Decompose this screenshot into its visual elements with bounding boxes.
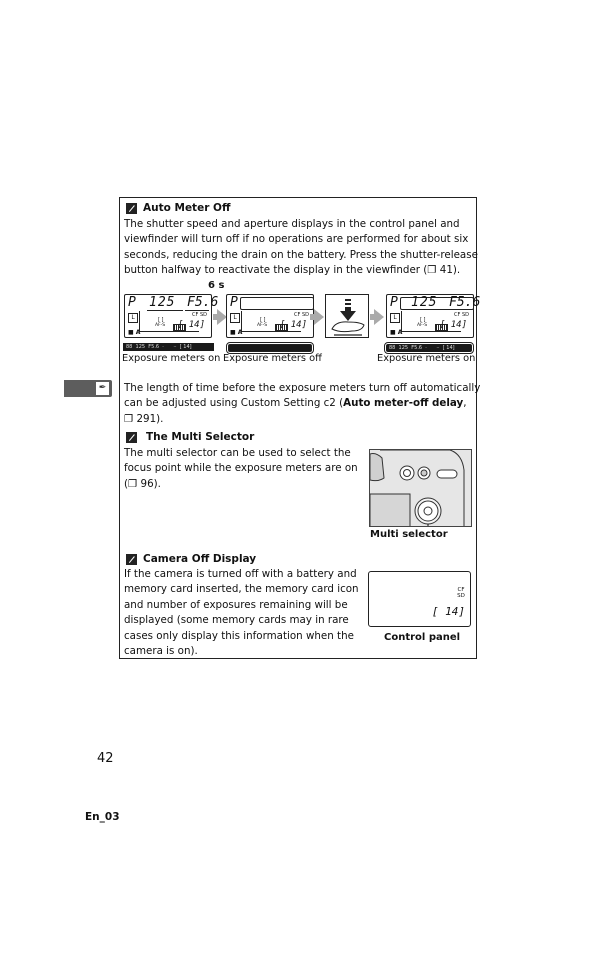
control-panel-lcd-off: P L CF SD [ ] AF-S [ 14] ■ A <box>226 294 314 338</box>
document-code: En_03 <box>85 811 120 823</box>
pencil-note-icon <box>126 202 137 214</box>
blank-readout <box>240 297 314 310</box>
page-reference: ❐ 291). <box>124 412 164 425</box>
text: , <box>463 397 467 410</box>
aperture-readout: F5.6 <box>449 295 481 310</box>
image-size-icon: L <box>128 313 138 323</box>
caption-meters-on-again: Exposure meters on <box>377 353 476 364</box>
arrow-right-icon <box>310 309 324 325</box>
image-size-icon: L <box>230 313 240 323</box>
shutter-half-press-illustration <box>325 294 369 338</box>
exposure-count: [ 14] <box>439 320 467 330</box>
viewfinder-display-on: 88 125 F5.6 · ·· [ 14] <box>123 343 214 351</box>
body-line: If the camera is turned off with a batte… <box>124 568 357 580</box>
body-line: cases only display this information when… <box>124 629 354 642</box>
mode-readout: P <box>390 295 398 310</box>
heading-text: Camera Off Display <box>143 553 257 565</box>
body-line: and number of exposures remaining will b… <box>124 598 348 611</box>
heading-text: Auto Meter Off <box>143 202 231 214</box>
divider <box>139 331 199 332</box>
camera-back-illustration <box>369 449 472 527</box>
body-line: The shutter speed and aperture displays … <box>124 218 460 230</box>
body-line: focus point while the exposure meters ar… <box>124 462 358 475</box>
finger-press-icon <box>331 299 365 336</box>
pencil-note-icon <box>126 553 137 565</box>
caption-meters-on: Exposure meters on <box>122 353 221 364</box>
multi-selector-caption: Multi selector <box>370 529 448 540</box>
arrow-right-icon <box>370 309 384 325</box>
mode-readout: P <box>128 295 136 310</box>
section-tab: ✒ <box>64 380 112 397</box>
shutter-readout: 125 <box>411 295 438 310</box>
memory-card-icon: CF SD <box>454 312 469 318</box>
camera-off-display-body: If the camera is turned off with a batte… <box>124 567 359 659</box>
wb-auto-icon: ■ A <box>230 329 243 336</box>
underline <box>147 310 183 311</box>
auto-meter-off-heading: Auto Meter Off <box>126 202 230 214</box>
body-line: can be adjusted using Custom Setting c2 … <box>124 396 480 411</box>
af-mode-icon: AF-S <box>155 323 166 328</box>
image-size-icon: L <box>390 313 400 323</box>
caption-meters-off: Exposure meters off <box>223 353 322 364</box>
divider <box>139 311 140 331</box>
mode-readout: P <box>230 295 238 310</box>
body-line: memory card inserted, the memory card ic… <box>124 583 359 596</box>
timer-label: 6 s <box>208 280 225 291</box>
control-panel-lcd-on: P 125 F5.6 L CF SD [ ] AF-S [ 14] ■ A <box>124 294 218 338</box>
multi-selector-heading: The Multi Selector <box>126 431 254 443</box>
exposure-count: [ 14] <box>431 605 465 618</box>
control-panel-lcd-on-again: P 125 F5.6 L CF SD [ ] AF-S [ 14] ■ A <box>386 294 480 338</box>
body-line: (❐ 96). <box>124 477 161 490</box>
meter-off-delay-paragraph: The length of time before the exposure m… <box>124 381 480 427</box>
pencil-note-icon <box>126 431 137 443</box>
wb-auto-icon: ■ A <box>390 329 403 336</box>
multi-selector-illustration <box>370 450 471 526</box>
body-line: button halfway to reactivate the display… <box>124 264 461 277</box>
af-mode-icon: AF-S <box>257 323 268 328</box>
shutter-readout: 125 <box>149 295 176 310</box>
memory-card-icon: CF SD <box>294 312 309 318</box>
body-line: camera is on). <box>124 645 198 658</box>
exposure-count: [ 14] <box>177 320 205 330</box>
divider <box>241 331 301 332</box>
multi-selector-body: The multi selector can be used to select… <box>124 446 358 492</box>
memory-card-icon: CF SD <box>457 587 465 599</box>
control-panel-caption: Control panel <box>384 632 461 643</box>
text: can be adjusted using Custom Setting c2 … <box>124 397 344 410</box>
body-line: displayed (some memory cards may in rare <box>124 614 349 627</box>
body-line: seconds, reducing the drain on the batte… <box>124 248 478 261</box>
heading-text: The Multi Selector <box>146 431 255 443</box>
auto-meter-off-body: The shutter speed and aperture displays … <box>124 217 478 279</box>
viewfinder-display-off <box>226 342 314 354</box>
divider <box>401 311 402 331</box>
aperture-readout: F5.6 <box>187 295 219 310</box>
body-line: viewfinder will turn off if no operation… <box>124 233 469 246</box>
divider <box>241 311 242 331</box>
body-line: The multi selector can be used to select… <box>124 447 351 459</box>
custom-setting-name: Auto meter-off delay <box>343 397 464 410</box>
underline <box>185 310 209 311</box>
body-line: The length of time before the exposure m… <box>124 382 481 394</box>
exposure-count: [ 14] <box>279 320 307 330</box>
wb-auto-icon: ■ A <box>128 329 141 336</box>
camera-off-display-heading: Camera Off Display <box>126 553 256 565</box>
viewfinder-display-on-again: 88 125 F5.6 · ·· [ 14] <box>384 342 474 354</box>
memory-card-icon: CF SD <box>192 312 207 318</box>
custom-settings-pencil-icon: ✒ <box>96 382 109 395</box>
page-number: 42 <box>97 751 114 766</box>
af-mode-icon: AF-S <box>417 323 428 328</box>
divider <box>401 331 461 332</box>
control-panel-off-illustration: CF SD [ 14] <box>368 571 471 627</box>
